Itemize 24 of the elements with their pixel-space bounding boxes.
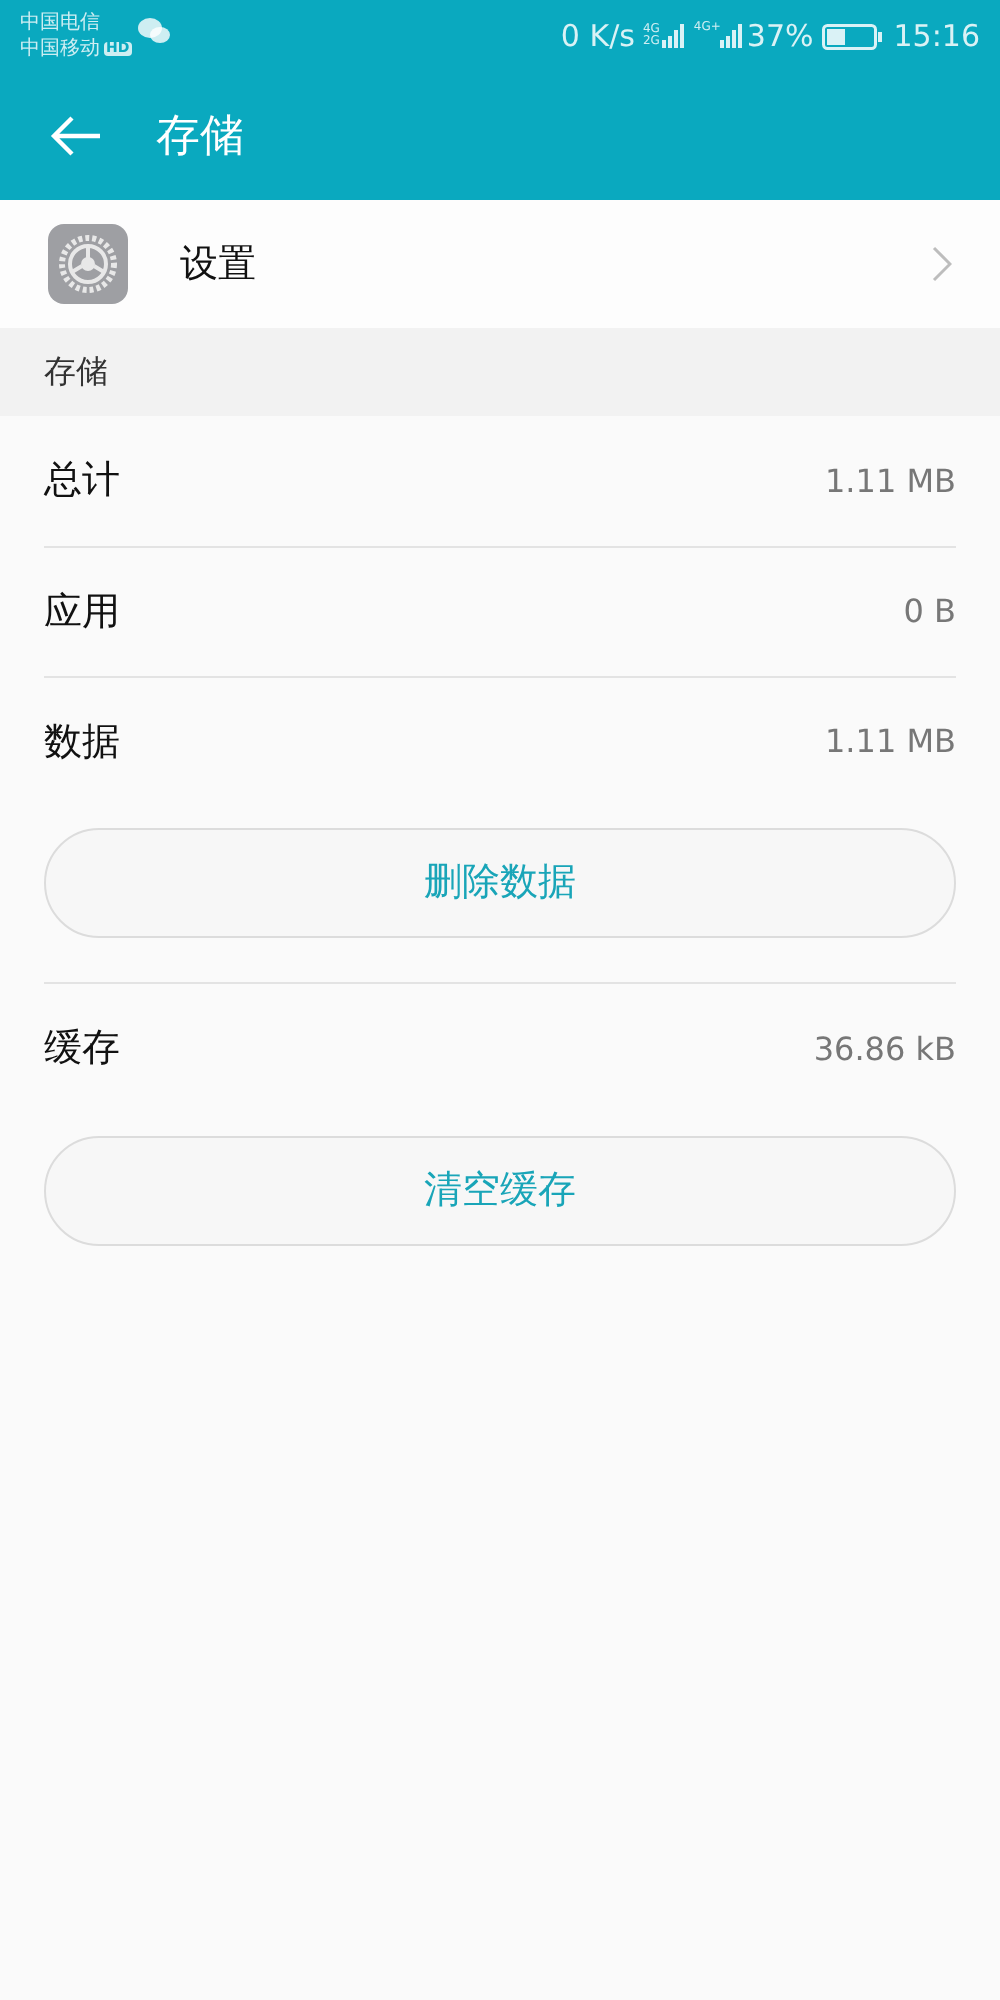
row-label: 总计 xyxy=(44,456,120,507)
battery-icon xyxy=(821,23,882,49)
row-label: 缓存 xyxy=(44,1024,120,1075)
signal-icon xyxy=(720,24,745,48)
chevron-right-icon xyxy=(932,246,952,282)
carrier-text: 中国移动 xyxy=(20,39,100,59)
carrier-text: 中国电信 xyxy=(20,13,102,33)
row-label: 数据 xyxy=(44,717,120,768)
chat-bubbles-icon xyxy=(137,17,170,43)
row-value: 0 B xyxy=(903,590,956,634)
network-speed-text: 0 K/s xyxy=(560,15,635,58)
action-button[interactable]: 清空缓存 xyxy=(44,1136,956,1246)
clock-text: 15:16 xyxy=(893,15,980,58)
action-button[interactable]: 删除数据 xyxy=(44,828,956,938)
battery-percent-text: 37% xyxy=(746,15,814,58)
screen-title: 存储 xyxy=(156,109,244,165)
section-header: 存储 xyxy=(44,350,108,394)
signal-icon xyxy=(661,24,686,48)
row-value: 36.86 kB xyxy=(813,1027,956,1071)
back-arrow-icon xyxy=(50,114,102,158)
row-label: 应用 xyxy=(44,587,120,638)
row-value: 1.11 MB xyxy=(825,720,956,764)
gear-icon xyxy=(48,224,128,304)
row-value: 1.11 MB xyxy=(825,459,956,503)
